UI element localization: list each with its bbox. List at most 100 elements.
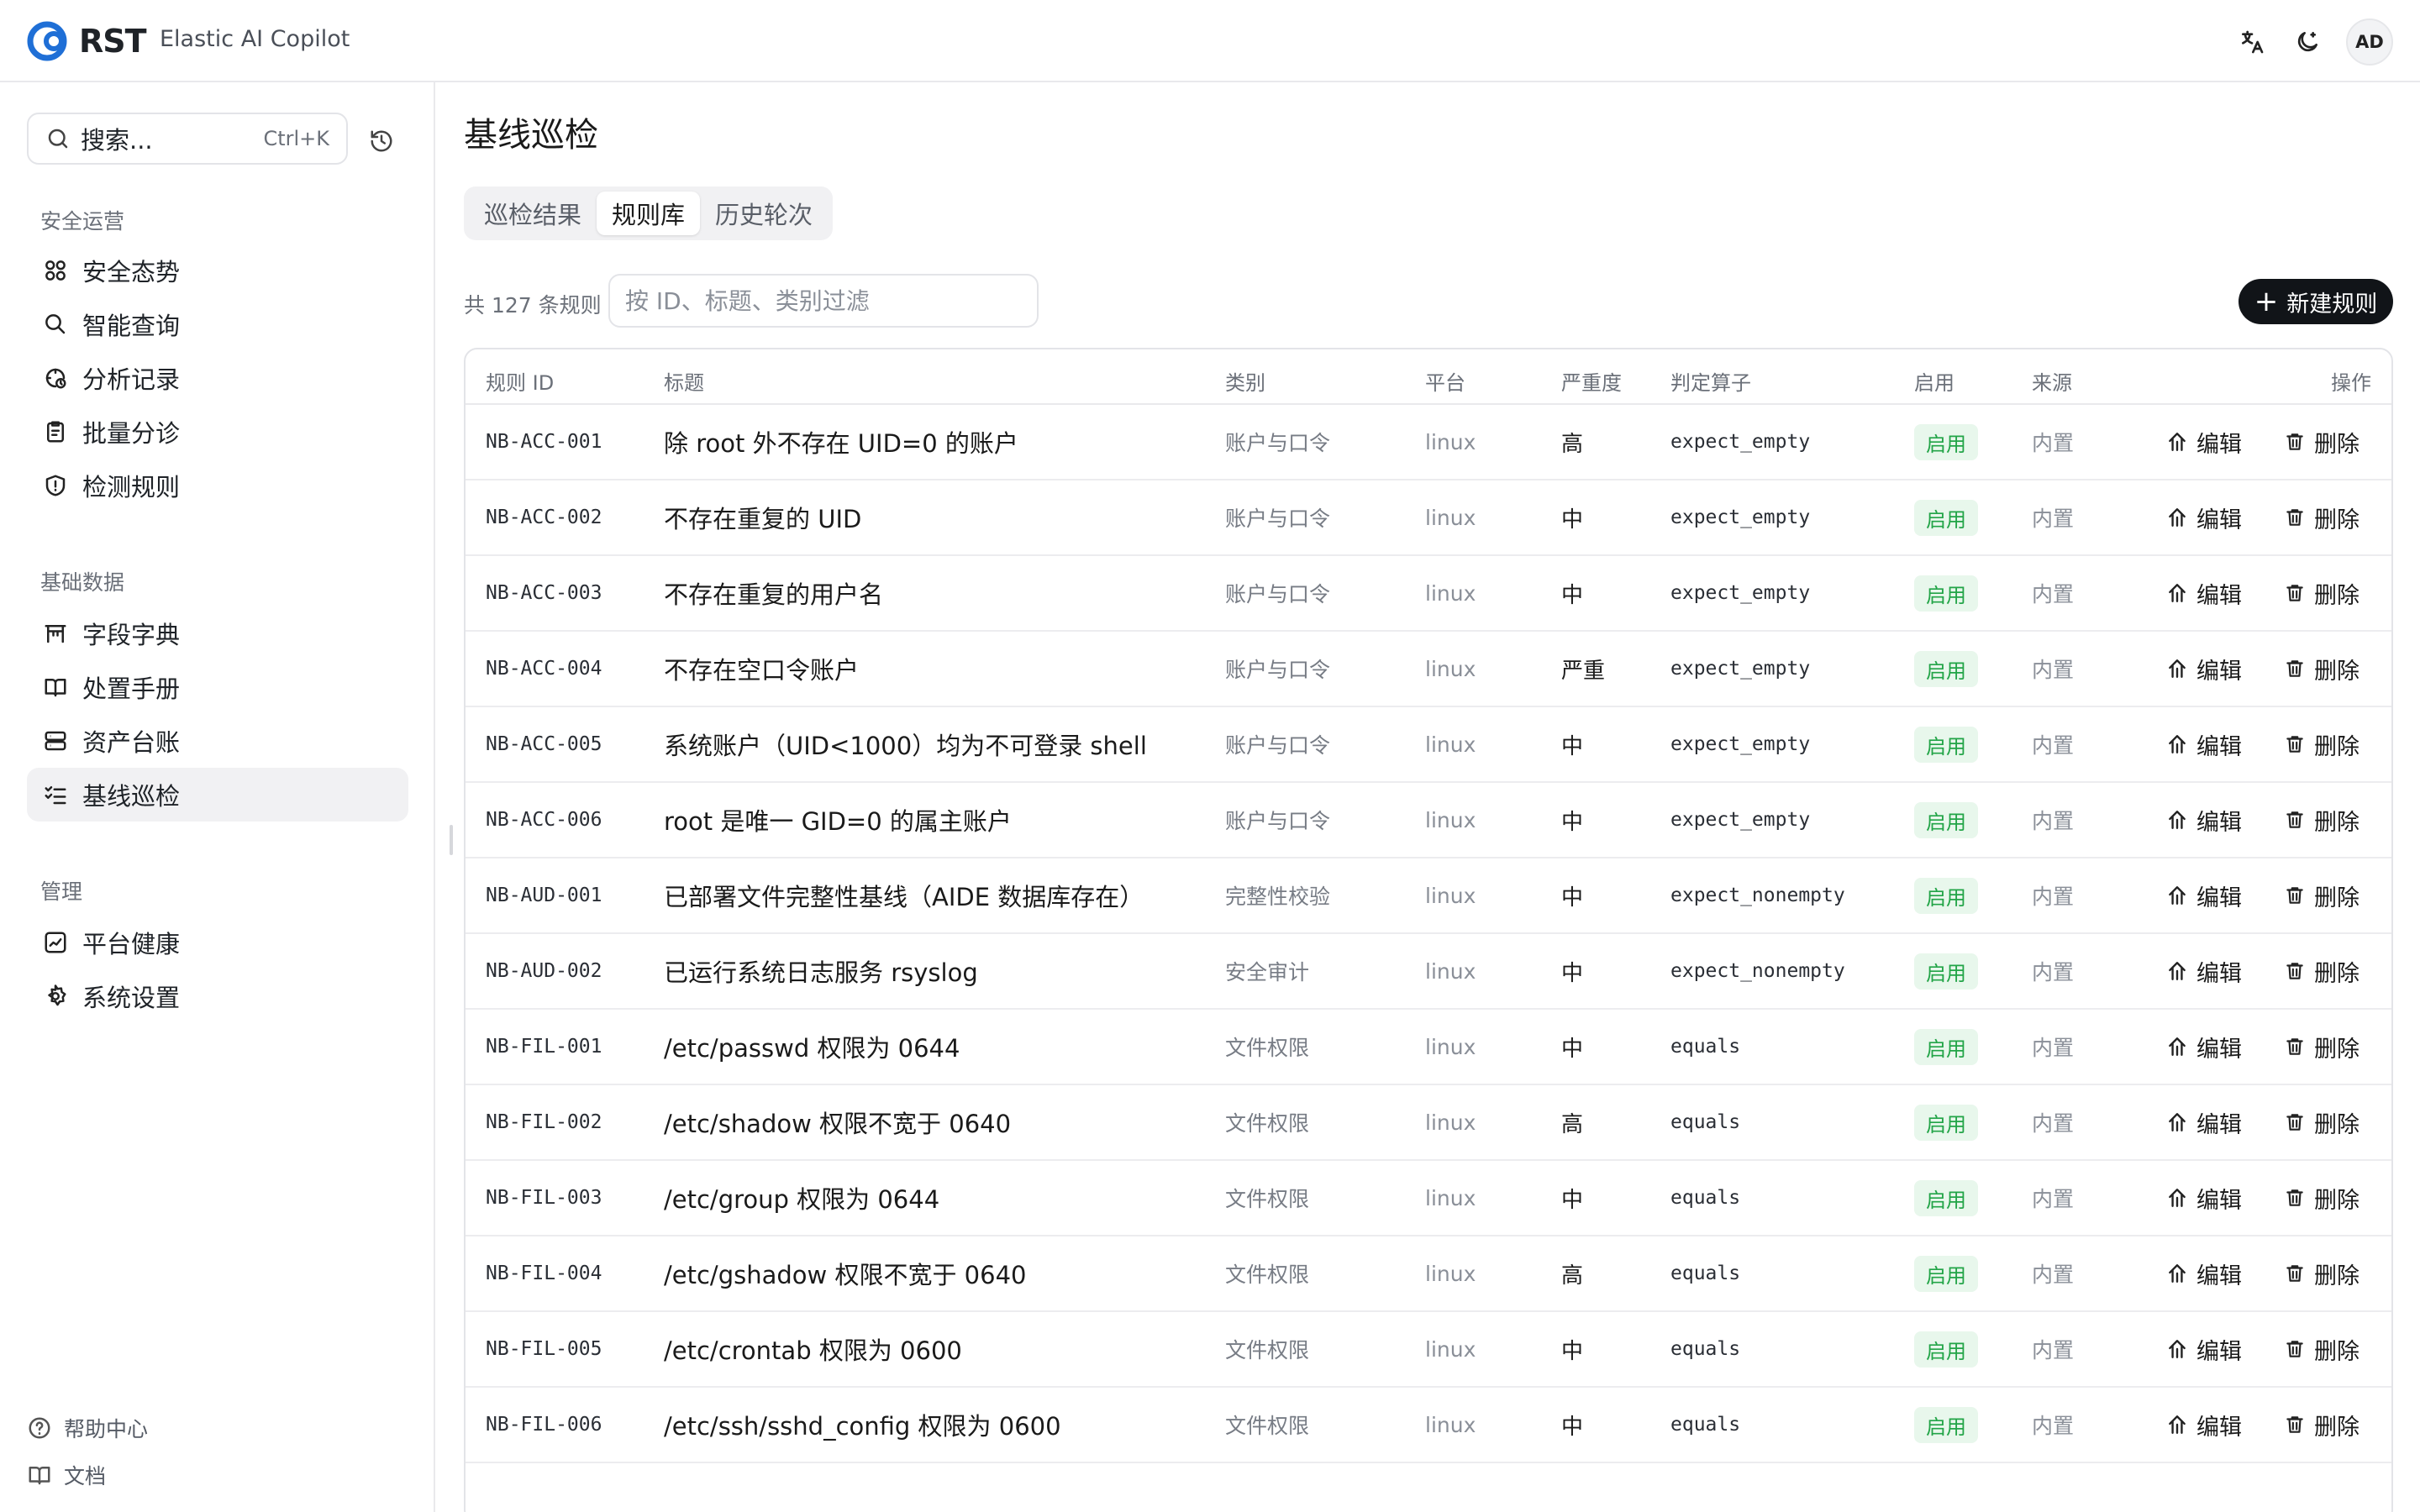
- rule-source: 内置: [2032, 431, 2075, 455]
- table-row[interactable]: NB-FIL-005 /etc/crontab 权限为 0600 文件权限 li…: [466, 1312, 2391, 1388]
- enabled-badge[interactable]: 启用: [1914, 499, 1978, 536]
- delete-button[interactable]: 删除: [2284, 879, 2360, 912]
- sidebar-item-baseline-inspection[interactable]: 基线巡检: [27, 768, 408, 822]
- edit-button[interactable]: 编辑: [2166, 955, 2242, 988]
- enabled-badge[interactable]: 启用: [1914, 1255, 1978, 1292]
- sidebar-item-batch-triage[interactable]: 批量分诊: [27, 405, 408, 459]
- table-row[interactable]: NB-FIL-006 /etc/ssh/sshd_config 权限为 0600…: [466, 1388, 2391, 1463]
- sidebar-item-label: 智能查询: [82, 312, 181, 340]
- tab-rule-library[interactable]: 规则库: [597, 192, 701, 235]
- enabled-badge[interactable]: 启用: [1914, 650, 1978, 687]
- table-row[interactable]: NB-ACC-001 除 root 外不存在 UID=0 的账户 账户与口令 l…: [466, 405, 2391, 480]
- table-row[interactable]: NB-FIL-004 /etc/gshadow 权限不宽于 0640 文件权限 …: [466, 1236, 2391, 1312]
- help-center-link[interactable]: 帮助中心: [27, 1413, 148, 1443]
- table-row[interactable]: 编辑 删除: [466, 1463, 2391, 1512]
- delete-button[interactable]: 删除: [2284, 1508, 2360, 1512]
- table-row[interactable]: NB-ACC-005 系统账户（UID<1000）均为不可登录 shell 账户…: [466, 707, 2391, 783]
- edit-button[interactable]: 编辑: [2166, 501, 2242, 534]
- delete-button[interactable]: 删除: [2284, 653, 2360, 685]
- enabled-badge[interactable]: 启用: [1914, 726, 1978, 763]
- enabled-badge[interactable]: 启用: [1914, 877, 1978, 914]
- sidebar-item-smart-query[interactable]: 智能查询: [27, 297, 408, 351]
- enabled-badge[interactable]: 启用: [1914, 953, 1978, 990]
- delete-button[interactable]: 删除: [2284, 955, 2360, 988]
- tab-history-rounds[interactable]: 历史轮次: [700, 192, 828, 235]
- delete-button[interactable]: 删除: [2284, 501, 2360, 534]
- table-row[interactable]: NB-ACC-006 root 是唯一 GID=0 的属主账户 账户与口令 li…: [466, 783, 2391, 858]
- enabled-badge[interactable]: 启用: [1914, 1406, 1978, 1443]
- edit-label: 编辑: [2196, 507, 2242, 533]
- edit-button[interactable]: 编辑: [2166, 804, 2242, 837]
- sidebar-item-field-dictionary[interactable]: 字段字典: [27, 606, 408, 660]
- edit-button[interactable]: 编辑: [2166, 1031, 2242, 1063]
- enabled-badge[interactable]: 启用: [1914, 423, 1978, 460]
- search-box[interactable]: 搜索... Ctrl+K: [27, 113, 348, 165]
- enabled-badge[interactable]: 启用: [1914, 1028, 1978, 1065]
- rule-source: 内置: [2032, 1338, 2075, 1362]
- table-row[interactable]: NB-FIL-003 /etc/group 权限为 0644 文件权限 linu…: [466, 1161, 2391, 1236]
- sidebar-resize-handle[interactable]: [450, 825, 453, 855]
- edit-button[interactable]: 编辑: [2166, 1257, 2242, 1290]
- edit-button[interactable]: 编辑: [2166, 1182, 2242, 1215]
- table-row[interactable]: NB-FIL-001 /etc/passwd 权限为 0644 文件权限 lin…: [466, 1010, 2391, 1085]
- history-icon[interactable]: [365, 124, 398, 158]
- delete-label: 删除: [2314, 658, 2360, 685]
- enabled-badge[interactable]: 启用: [1914, 575, 1978, 612]
- logo[interactable]: RST: [24, 18, 147, 64]
- search-icon: [40, 309, 71, 339]
- sidebar-item-system-settings[interactable]: 系统设置: [27, 969, 408, 1023]
- delete-label: 删除: [2314, 1187, 2360, 1214]
- edit-button[interactable]: 编辑: [2166, 577, 2242, 610]
- sidebar-item-asset-ledger[interactable]: 资产台账: [27, 714, 408, 768]
- table-row[interactable]: NB-AUD-002 已运行系统日志服务 rsyslog 安全审计 linux …: [466, 934, 2391, 1010]
- filter-input[interactable]: [625, 286, 1022, 315]
- filter-field[interactable]: [608, 274, 1039, 328]
- rule-title: 已运行系统日志服务 rsyslog: [664, 958, 978, 987]
- table-row[interactable]: NB-ACC-003 不存在重复的用户名 账户与口令 linux 中 expec…: [466, 556, 2391, 632]
- edit-button[interactable]: 编辑: [2166, 879, 2242, 912]
- delete-button[interactable]: 删除: [2284, 1333, 2360, 1366]
- column-header-actions: 操作: [2331, 371, 2371, 395]
- rule-title: 系统账户（UID<1000）均为不可登录 shell: [664, 732, 1147, 760]
- sidebar-item-platform-health[interactable]: 平台健康: [27, 916, 408, 969]
- edit-button[interactable]: 编辑: [2166, 1106, 2242, 1139]
- sidebar-item-playbook[interactable]: 处置手册: [27, 660, 408, 714]
- docs-link[interactable]: 文档: [27, 1460, 106, 1490]
- translate-icon[interactable]: [2235, 25, 2269, 59]
- enabled-badge[interactable]: 启用: [1914, 801, 1978, 838]
- delete-button[interactable]: 删除: [2284, 1182, 2360, 1215]
- tab-inspection-results[interactable]: 巡检结果: [469, 192, 597, 235]
- delete-button[interactable]: 删除: [2284, 1257, 2360, 1290]
- edit-button[interactable]: 编辑: [2166, 728, 2242, 761]
- delete-button[interactable]: 删除: [2284, 728, 2360, 761]
- theme-toggle-icon[interactable]: [2291, 25, 2324, 59]
- edit-button[interactable]: 编辑: [2166, 1508, 2242, 1512]
- edit-button[interactable]: 编辑: [2166, 653, 2242, 685]
- sidebar-item-security-posture[interactable]: 安全态势: [27, 244, 408, 297]
- enabled-badge[interactable]: 启用: [1914, 1104, 1978, 1141]
- new-rule-button[interactable]: + 新建规则: [2238, 279, 2393, 324]
- delete-button[interactable]: 删除: [2284, 577, 2360, 610]
- table-row[interactable]: NB-ACC-002 不存在重复的 UID 账户与口令 linux 中 expe…: [466, 480, 2391, 556]
- rule-operator: equals: [1670, 1187, 1741, 1209]
- section-label-security-ops: 安全运营: [40, 209, 125, 234]
- avatar[interactable]: AD: [2346, 18, 2393, 66]
- delete-button[interactable]: 删除: [2284, 1409, 2360, 1441]
- delete-button[interactable]: 删除: [2284, 426, 2360, 459]
- edit-button[interactable]: 编辑: [2166, 426, 2242, 459]
- table-row[interactable]: NB-ACC-004 不存在空口令账户 账户与口令 linux 严重 expec…: [466, 632, 2391, 707]
- enabled-badge[interactable]: 启用: [1914, 1179, 1978, 1216]
- sidebar-item-analysis-records[interactable]: 分析记录: [27, 351, 408, 405]
- rule-operator: expect_nonempty: [1670, 885, 1845, 906]
- delete-button[interactable]: 删除: [2284, 804, 2360, 837]
- table-row[interactable]: NB-FIL-002 /etc/shadow 权限不宽于 0640 文件权限 l…: [466, 1085, 2391, 1161]
- delete-button[interactable]: 删除: [2284, 1031, 2360, 1063]
- edit-button[interactable]: 编辑: [2166, 1333, 2242, 1366]
- delete-button[interactable]: 删除: [2284, 1106, 2360, 1139]
- search-shortcut: Ctrl+K: [263, 127, 329, 150]
- enabled-badge[interactable]: 启用: [1914, 1331, 1978, 1368]
- table-row[interactable]: NB-AUD-001 已部署文件完整性基线（AIDE 数据库存在） 完整性校验 …: [466, 858, 2391, 934]
- edit-button[interactable]: 编辑: [2166, 1409, 2242, 1441]
- sidebar-item-detection-rules[interactable]: 检测规则: [27, 459, 408, 512]
- row-actions: 编辑 删除: [2166, 480, 2391, 554]
